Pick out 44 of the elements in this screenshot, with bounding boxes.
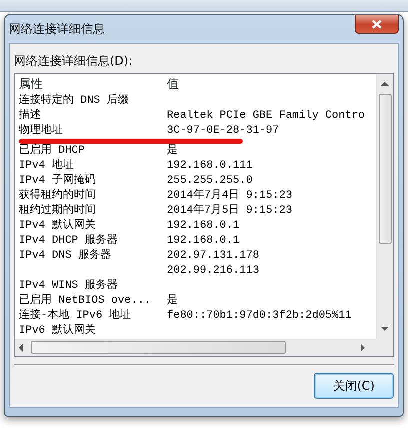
property-cell: IPv4 DNS 服务器 [19,250,112,262]
scroll-up-icon[interactable] [381,82,389,86]
property-cell: 租约过期的时间 [19,205,96,217]
scroll-left-icon[interactable] [19,344,23,352]
value-cell: 255.255.255.0 [167,175,253,187]
horizontal-scrollbar[interactable] [15,339,393,356]
value-cell: 192.168.0.1 [167,220,240,232]
property-cell: 获得租约的时间 [19,190,96,202]
column-header[interactable]: 属性 [15,75,167,93]
property-cell: 物理地址 [19,125,63,137]
value-cell: 是 [167,145,178,157]
column-header[interactable]: 值 [167,75,376,93]
value-cell: fe80::70b1:97d0:3f2b:2d05%11 [167,310,352,322]
scroll-down-icon[interactable] [381,327,389,331]
list-label: 网络连接详细信息(D): [14,53,134,70]
value-cell: 192.168.0.111 [167,160,253,172]
value-cell: 是 [167,295,178,307]
value-cell: 202.97.131.178 [167,250,260,262]
details-list[interactable] [14,73,394,357]
value-cell: 3C-97-0E-28-31-97 [167,125,280,137]
vertical-scrollbar[interactable] [376,74,393,339]
value-cell: Realtek PCIe GBE Family Contro [167,110,366,122]
property-cell: 已启用 DHCP [19,145,86,157]
property-cell: IPv4 子网掩码 [19,175,96,187]
property-cell: IPv6 默认网关 [19,325,96,337]
property-cell: IPv4 地址 [19,160,74,172]
value-cell: 2014年7月4日 9:15:23 [167,190,292,202]
property-cell: 已启用 NetBIOS ove... [19,295,152,307]
property-cell: IPv4 默认网关 [19,220,96,232]
close-icon [372,20,382,28]
scroll-thumb[interactable] [378,94,392,244]
property-cell: 连接-本地 IPv6 地址 [19,310,132,322]
close-dialog-button[interactable]: 关闭(C) [314,373,394,399]
value-cell: 192.168.0.1 [167,235,240,247]
scroll-right-icon[interactable] [361,344,365,352]
property-cell: 描述 [19,110,41,122]
value-cell: 2014年7月5日 9:15:23 [167,205,292,217]
property-cell: IPv4 WINS 服务器 [19,280,118,292]
property-cell: 连接特定的 DNS 后缀 [19,95,130,107]
window-title: 网络连接详细信息 [9,21,105,38]
property-cell: IPv4 DHCP 服务器 [19,235,118,247]
value-cell: 202.99.216.113 [167,265,260,277]
scroll-thumb[interactable] [31,341,286,354]
close-button[interactable] [355,15,399,34]
